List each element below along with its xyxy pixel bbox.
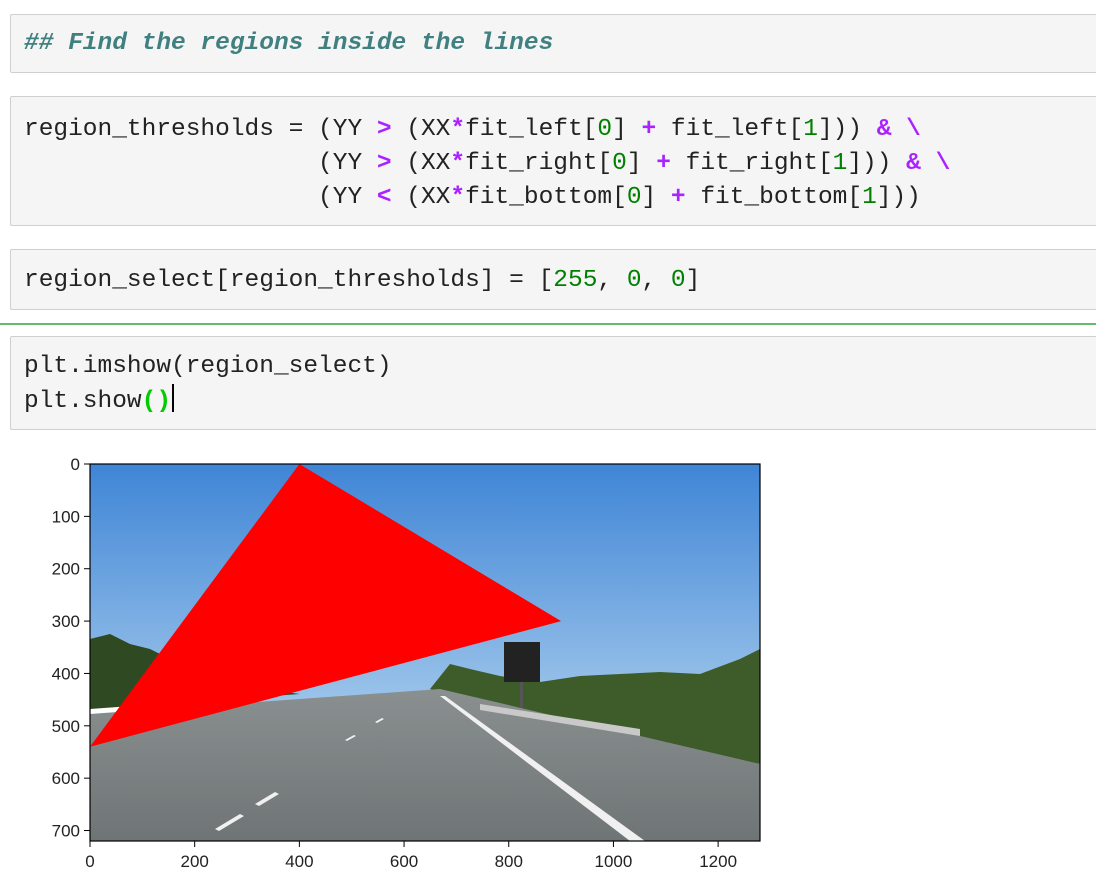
x-axis-ticks: 0 200 400 600 800 1000 1200 [85,841,737,871]
code-token: ## Find the regions inside the lines [24,30,554,57]
code-token: > [376,116,392,143]
x-tick-label: 200 [181,852,209,871]
code-token: ] [641,184,671,211]
code-token: (XX [391,116,451,143]
code-line: region_thresholds = (YY > (XX*fit_left[0… [24,113,950,147]
code-token: \ [906,116,921,143]
code-token: ])) [817,116,877,143]
code-token: (XX [391,150,451,177]
code-line: (YY > (XX*fit_right[0] + fit_right[1])) … [24,147,950,181]
y-tick-label: 0 [71,455,80,474]
code-token: > [376,150,392,177]
code-token: fit_bottom[ [465,184,627,211]
x-tick-label: 600 [390,852,418,871]
code-token: ])) [847,150,907,177]
code-token: 1 [862,184,877,211]
x-tick-label: 400 [285,852,313,871]
code-token: () [141,388,172,415]
code-line: region_select[region_thresholds] = [255,… [24,264,700,298]
code-cell-2-source[interactable]: region_thresholds = (YY > (XX*fit_left[0… [24,113,950,215]
code-token: 0 [626,267,642,294]
code-token: ] [612,116,642,143]
y-tick-label: 300 [52,612,80,631]
y-tick-label: 500 [52,717,80,736]
code-token: * [450,116,466,143]
code-token: , [597,267,627,294]
code-token: & [906,150,921,177]
code-cell-2[interactable]: region_thresholds = (YY > (XX*fit_left[0… [10,96,1096,226]
x-tick-label: 1000 [595,852,633,871]
code-cell-1-source[interactable]: ## Find the regions inside the lines [24,27,553,61]
selected-cell-indicator [0,323,1096,325]
code-token: 255 [553,267,598,294]
code-line: plt.imshow(region_select) [24,350,392,384]
photo-layer [90,464,760,841]
y-tick-label: 100 [52,507,80,526]
code-line: plt.show() [24,384,392,419]
code-cell-1[interactable]: ## Find the regions inside the lines [10,14,1096,73]
code-token: + [670,184,686,211]
code-token: , [641,267,671,294]
y-axis-ticks: 0 100 200 300 400 500 600 700 [52,455,90,841]
code-token: + [641,116,657,143]
code-token: fit_right[ [670,150,833,177]
x-tick-label: 800 [495,852,523,871]
code-token: (XX [391,184,451,211]
code-token: ])) [876,184,921,211]
code-token: (YY [24,150,377,177]
code-token: 0 [626,184,642,211]
code-token: fit_left[ [465,116,598,143]
code-token: < [376,184,392,211]
code-token: * [450,184,466,211]
code-cell-3-source[interactable]: region_select[region_thresholds] = [255,… [24,264,700,298]
code-token: 0 [670,267,686,294]
code-token: * [450,150,466,177]
code-token: + [656,150,671,177]
code-token: fit_left[ [656,116,804,143]
y-tick-label: 200 [52,560,80,579]
code-token: region_select[region_thresholds] = [ [24,267,554,294]
y-tick-label: 600 [52,769,80,788]
code-token: (YY [24,184,377,211]
code-line: (YY < (XX*fit_bottom[0] + fit_bottom[1])… [24,181,950,215]
code-token: 0 [597,116,613,143]
code-token: \ [935,150,951,177]
code-token: & [876,116,892,143]
text-cursor [172,384,175,412]
output-image-plot: 0 200 400 600 800 1000 1200 0 100 200 300 400 500 60… [52,455,761,871]
x-tick-label: 0 [85,852,94,871]
code-token: fit_bottom[ [685,184,863,211]
code-cell-3[interactable]: region_select[region_thresholds] = [255,… [10,249,1096,310]
code-token: fit_right[ [465,150,613,177]
code-token: 1 [803,116,818,143]
code-token: plt.show [24,388,142,415]
code-cell-4-source[interactable]: plt.imshow(region_select) plt.show() [24,350,392,419]
code-line: ## Find the regions inside the lines [24,27,553,61]
code-cell-4[interactable]: plt.imshow(region_select) plt.show() [10,336,1096,430]
code-token: 0 [612,150,627,177]
y-tick-label: 400 [52,664,80,683]
code-token: ] [626,150,657,177]
code-token: region_thresholds = (YY [24,116,377,143]
code-token: ] [685,267,701,294]
x-tick-label: 1200 [699,852,737,871]
y-tick-label: 700 [52,822,80,841]
code-token: plt.imshow(region_select) [24,353,392,380]
code-token: 1 [832,150,848,177]
photo-sign [504,642,540,682]
